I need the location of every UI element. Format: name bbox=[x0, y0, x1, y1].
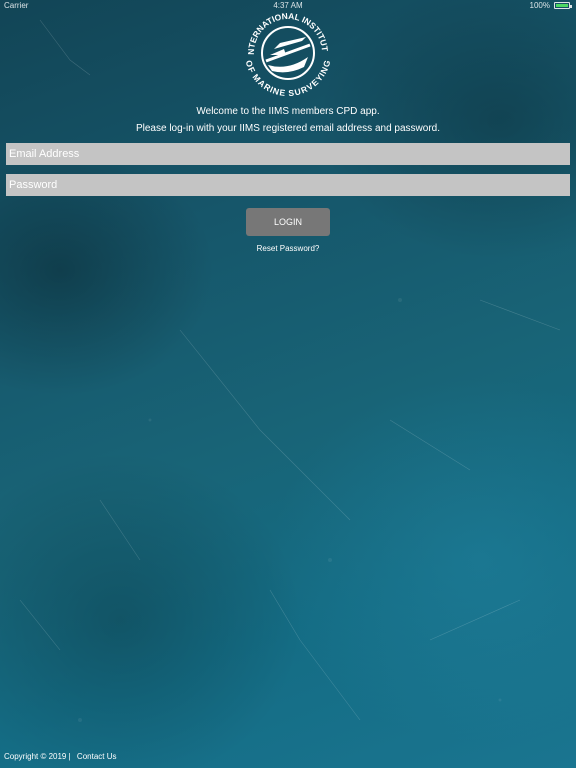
logo-top-text: INTERNATIONAL INSTITUTE bbox=[244, 9, 330, 55]
password-field[interactable] bbox=[6, 174, 570, 196]
battery-icon bbox=[554, 2, 572, 9]
svg-text:OF MARINE SURVEYING: OF MARINE SURVEYING bbox=[244, 59, 332, 97]
logo-bottom-text: OF MARINE SURVEYING bbox=[244, 59, 332, 97]
login-button[interactable]: LOGIN bbox=[246, 208, 330, 236]
copyright-text: Copyright © 2019 | bbox=[4, 752, 71, 761]
contact-us-link[interactable]: Contact Us bbox=[77, 752, 117, 761]
reset-password-link[interactable]: Reset Password? bbox=[0, 244, 576, 253]
welcome-text: Welcome to the IIMS members CPD app. bbox=[196, 106, 380, 117]
svg-text:INTERNATIONAL INSTITUTE: INTERNATIONAL INSTITUTE bbox=[244, 9, 330, 55]
footer: Copyright © 2019 | Contact Us bbox=[4, 752, 117, 761]
email-field[interactable] bbox=[6, 143, 570, 165]
iims-logo: INTERNATIONAL INSTITUTE OF MARINE SURVEY… bbox=[244, 9, 332, 97]
status-battery-percent: 100% bbox=[529, 1, 550, 10]
ship-icon bbox=[265, 43, 311, 63]
login-instructions: Please log-in with your IIMS registered … bbox=[135, 123, 441, 134]
